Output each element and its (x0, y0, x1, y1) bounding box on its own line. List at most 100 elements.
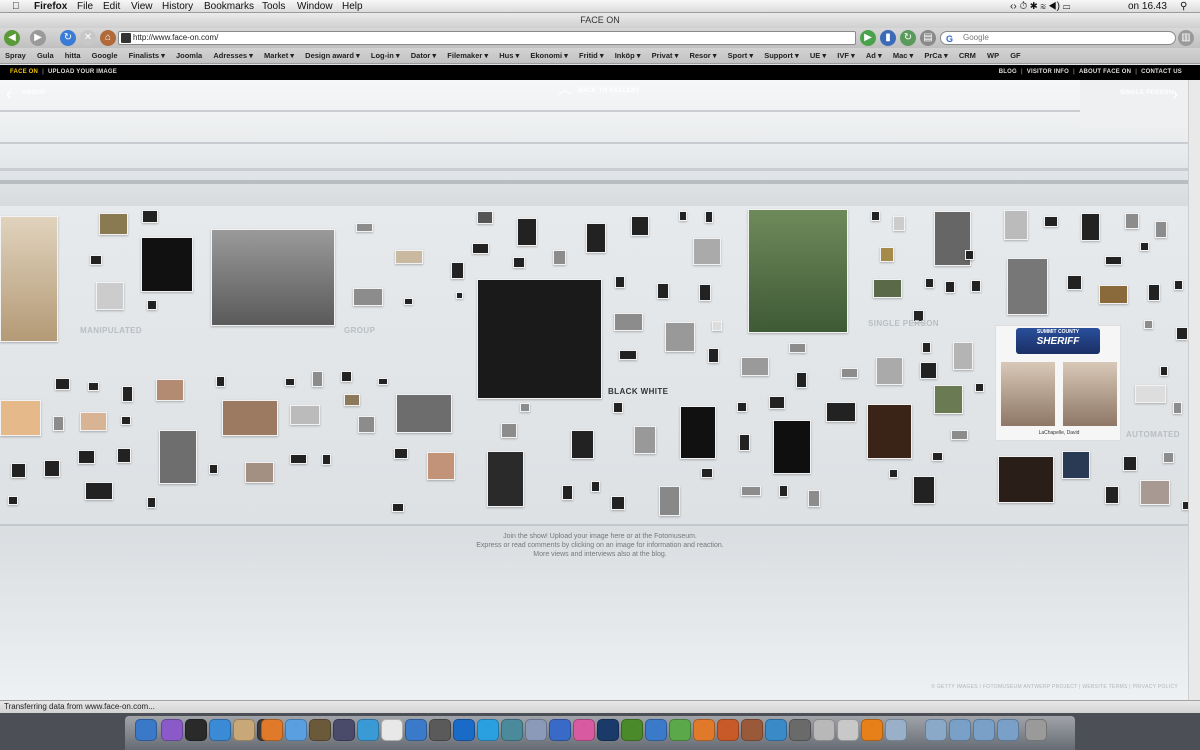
photo-thumb[interactable] (356, 223, 373, 232)
photo-thumb[interactable] (1140, 480, 1170, 505)
join-line[interactable]: Join the show! Upload your image here or… (400, 532, 800, 541)
photo-small[interactable] (99, 213, 128, 235)
menu-tools[interactable]: Tools (262, 0, 285, 13)
photo-thumb[interactable] (44, 460, 60, 477)
photo-thumb[interactable] (586, 223, 606, 253)
photo-thumb[interactable] (520, 403, 530, 412)
brand-link[interactable]: FACE ON (10, 69, 38, 75)
preview-icon[interactable] (837, 719, 859, 741)
photo-thumb[interactable] (841, 368, 858, 378)
photo-thumb[interactable] (679, 211, 687, 221)
bookmark-item[interactable]: WP (987, 51, 999, 60)
photo-thumb[interactable] (477, 211, 493, 224)
photo-thumb[interactable] (665, 322, 695, 352)
photo-red-hair[interactable] (867, 404, 912, 459)
photo-woman-dark[interactable] (680, 406, 716, 459)
firefox-icon[interactable] (261, 719, 283, 741)
photo-thumb[interactable] (922, 342, 931, 353)
menu-window[interactable]: Window (297, 0, 333, 13)
photo-thumb[interactable] (571, 430, 594, 459)
menu-edit[interactable]: Edit (103, 0, 120, 13)
back-to-gallery-link[interactable]: BACK TO GALLERY (578, 88, 640, 94)
photo-thumb[interactable] (322, 454, 331, 465)
bookmark-item[interactable]: Privat ▾ (652, 51, 679, 60)
about-link[interactable]: ABOUT FACE ON (1079, 69, 1131, 75)
photo-thumb[interactable] (395, 250, 423, 264)
photo-thumb[interactable] (591, 481, 600, 492)
photo-thumb[interactable] (209, 464, 218, 474)
system-preferences-icon[interactable] (357, 719, 379, 741)
home-icon[interactable]: ⌂ (100, 30, 116, 46)
bookmark-item[interactable]: Gula (37, 51, 54, 60)
imovie-icon[interactable] (333, 719, 355, 741)
trash-icon[interactable] (1025, 719, 1047, 741)
photo-thumb[interactable] (1135, 385, 1166, 403)
photo-thumb[interactable] (880, 247, 894, 262)
photo-app-icon[interactable] (741, 719, 763, 741)
photo-thumb[interactable] (925, 278, 934, 288)
photo-thumb[interactable] (737, 402, 747, 412)
photo-thumb[interactable] (11, 463, 26, 478)
entourage-icon[interactable] (717, 719, 739, 741)
photo-thumb[interactable] (826, 402, 856, 422)
photo-thumb[interactable] (614, 313, 643, 331)
photo-thumb[interactable] (975, 383, 984, 392)
photo-thumb[interactable] (394, 448, 408, 459)
photo-thumb[interactable] (708, 348, 719, 363)
prev-chevron-icon[interactable]: ‹ (6, 85, 12, 103)
up-chevron-icon[interactable]: ︿ (558, 80, 572, 98)
photo-thumb[interactable] (934, 385, 963, 414)
contact-link[interactable]: CONTACT US (1141, 69, 1182, 75)
stop-icon[interactable]: ✕ (80, 30, 96, 46)
photo-thumb[interactable] (53, 416, 64, 431)
bookmark-item[interactable]: Google (92, 51, 118, 60)
back-icon[interactable]: ◀ (4, 30, 20, 46)
join-line[interactable]: More views and interviews also at the bl… (400, 550, 800, 559)
photo-thumb[interactable] (659, 486, 680, 516)
photo-thumb[interactable] (871, 211, 880, 221)
photo-thumb[interactable] (611, 496, 625, 510)
photo-thumb[interactable] (562, 485, 573, 500)
disk-utility-icon[interactable] (813, 719, 835, 741)
bookmark-item[interactable]: Spray (5, 51, 26, 60)
menu-file[interactable]: File (77, 0, 93, 13)
photo-thumb[interactable] (741, 486, 761, 496)
documents-folder-icon[interactable] (997, 719, 1019, 741)
photo-thumb[interactable] (920, 362, 937, 379)
photo-thumb[interactable] (1105, 256, 1122, 265)
photo-thumb[interactable] (427, 452, 455, 480)
photo-thumb[interactable] (513, 257, 525, 268)
photo-thumb[interactable] (122, 386, 133, 402)
photo-thumb[interactable] (1160, 366, 1168, 376)
photo-single-person[interactable] (748, 209, 848, 333)
photo-thumb[interactable] (1176, 327, 1188, 340)
photo-thumb[interactable] (404, 298, 413, 305)
finder-icon[interactable] (135, 719, 157, 741)
photo-thumb[interactable] (945, 281, 955, 293)
photo-thumb[interactable] (358, 416, 375, 433)
legal-footer[interactable]: © GETTY IMAGES / FOTOMUSEUM ANTWERP PROJ… (931, 684, 1178, 690)
photo-thumb[interactable] (739, 434, 750, 451)
bookmark-item[interactable]: Inköp ▾ (615, 51, 641, 60)
forward-icon[interactable]: ▶ (30, 30, 46, 46)
help-icon[interactable] (885, 719, 907, 741)
photo-thumb[interactable] (741, 357, 769, 376)
photo-thumb[interactable] (378, 378, 388, 385)
photo-thumb[interactable] (290, 454, 307, 464)
sync-icon[interactable]: ↻ (900, 30, 916, 46)
photo-thumb[interactable] (8, 496, 18, 505)
photo-thumb[interactable] (353, 288, 383, 306)
photo-thumb[interactable] (873, 279, 902, 298)
photo-thumb[interactable] (1174, 280, 1183, 290)
photo-thumb[interactable] (216, 376, 225, 387)
bookmark-item[interactable]: Filemaker ▾ (447, 51, 488, 60)
bookmark-item[interactable]: Ekonomi ▾ (530, 51, 568, 60)
photo-thumb[interactable] (951, 430, 968, 440)
bookmark-item[interactable]: IVF ▾ (837, 51, 855, 60)
upload-link[interactable]: UPLOAD YOUR IMAGE (48, 69, 117, 75)
app-icon[interactable] (549, 719, 571, 741)
textedit-icon[interactable] (381, 719, 403, 741)
photo-blonde[interactable] (0, 400, 41, 436)
photo-thumb[interactable] (341, 371, 352, 382)
photo-thumb[interactable] (88, 382, 99, 391)
